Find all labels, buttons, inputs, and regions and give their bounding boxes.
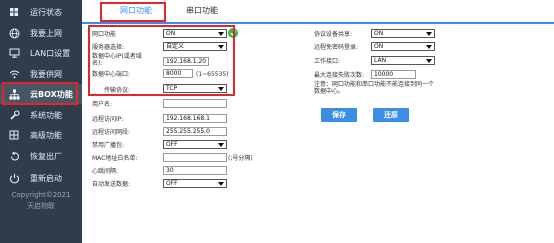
sidebar-item-advanced[interactable]: 高级功能 <box>0 125 82 145</box>
save-button[interactable]: 保存 <box>321 108 357 122</box>
share-label: 协议设备共享: <box>314 31 353 38</box>
highlight-box-sidebar <box>2 82 78 105</box>
sidebar-item-internet[interactable]: 我要上网 <box>0 23 82 43</box>
mac-whitelist-label: MAC地址白名单: <box>92 155 138 162</box>
sidebar-item-label: LAN口设置 <box>30 48 71 58</box>
max-conn-input[interactable]: 10000 <box>371 70 416 79</box>
remote-login-select[interactable]: ON <box>371 42 435 51</box>
sidebar-item-system[interactable]: 系统功能 <box>0 105 82 125</box>
globe-icon <box>4 28 24 39</box>
sidebar: 运行状态 我要上网 LAN口设置 我要供网 云BOX功能 系统功能 高级功能 恢… <box>0 0 82 243</box>
dashboard-icon <box>4 7 24 17</box>
sidebar-item-label: 恢复出厂 <box>30 151 62 161</box>
max-conn-label: 最大连接失败次数: <box>314 72 365 79</box>
broadcast-label: 禁用广播包: <box>92 142 125 149</box>
chevron-down-icon <box>426 45 432 49</box>
username-input[interactable] <box>163 99 227 108</box>
auto-send-label: 自动发送数据: <box>92 181 131 188</box>
remote-mask-input[interactable]: 255.255.255.0 <box>163 127 227 136</box>
restore-icon <box>4 151 24 162</box>
remote-ip-input[interactable]: 192.168.168.1 <box>163 114 227 123</box>
highlight-box-tab <box>100 2 166 22</box>
share-select[interactable]: ON <box>371 29 435 38</box>
mac-whitelist-input[interactable] <box>163 153 227 162</box>
heartbeat-input[interactable]: 30 <box>163 166 227 175</box>
auto-send-select[interactable]: OFF <box>163 179 227 188</box>
wrench-icon <box>4 109 24 121</box>
tab-serial-port[interactable]: 串口功能 <box>186 5 218 16</box>
remote-login-label: 远程免密码登录: <box>314 44 359 51</box>
sidebar-item-wifi[interactable]: 我要供网 <box>0 64 82 84</box>
sidebar-item-label: 高级功能 <box>30 130 62 140</box>
sidebar-item-lan[interactable]: LAN口设置 <box>0 43 82 63</box>
broadcast-select[interactable]: OFF <box>163 140 227 149</box>
power-icon <box>4 173 24 184</box>
chevron-down-icon <box>218 182 224 186</box>
copyright: Copyright©2021 天启物联 <box>11 191 71 210</box>
highlight-box-form <box>88 25 235 96</box>
sidebar-item-factory-reset[interactable]: 恢复出厂 <box>0 146 82 166</box>
remote-mask-label: 远程访问网段: <box>92 129 131 136</box>
remote-ip-label: 远程访问IP: <box>92 116 124 123</box>
work-port-select[interactable]: LAN <box>371 56 435 65</box>
work-port-label: 工作接口: <box>314 58 341 65</box>
sidebar-item-reboot[interactable]: 重新启动 <box>0 168 82 188</box>
chevron-down-icon <box>426 32 432 36</box>
note-text: 注意：网口功能和串口功能不能连接到同一个 数据中心。 <box>314 81 435 95</box>
username-label: 用户名: <box>92 101 113 108</box>
wifi-icon <box>4 69 24 79</box>
heartbeat-label: 心跳间隔: <box>92 168 119 175</box>
restore-button[interactable]: 还原 <box>373 108 409 122</box>
mac-whitelist-hint: (;号分隔) <box>228 155 253 162</box>
monitor-icon <box>4 48 24 58</box>
sidebar-item-label: 运行状态 <box>30 7 62 17</box>
sidebar-item-label: 重新启动 <box>30 173 62 183</box>
chevron-down-icon <box>218 143 224 147</box>
sidebar-item-label: 我要上网 <box>30 28 62 38</box>
grid-icon <box>4 130 24 140</box>
chevron-down-icon <box>426 59 432 63</box>
sidebar-item-label: 我要供网 <box>30 69 62 79</box>
sidebar-item-label: 系统功能 <box>30 110 62 120</box>
sidebar-item-status[interactable]: 运行状态 <box>0 2 82 22</box>
